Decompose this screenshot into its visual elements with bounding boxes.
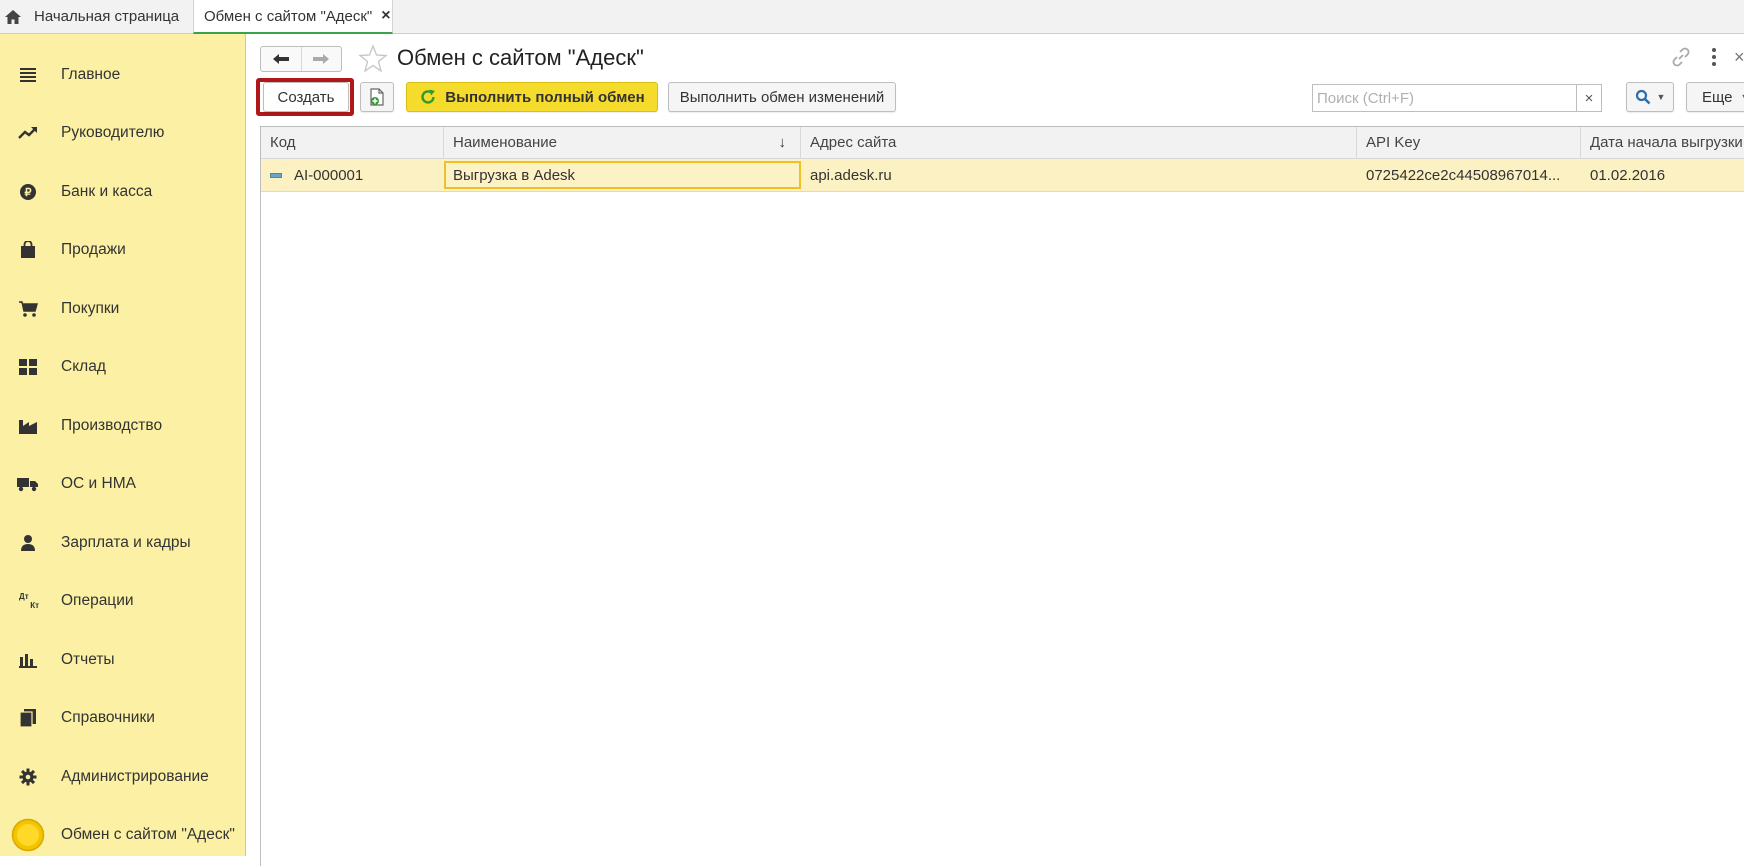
favorite-star-icon[interactable]: [358, 44, 388, 74]
column-header-code[interactable]: Код: [261, 127, 444, 158]
books-icon: [17, 707, 39, 729]
column-header-name[interactable]: Наименование ↓: [444, 127, 801, 158]
forward-button[interactable]: [300, 47, 342, 71]
sidebar-item-label: Руководителю: [61, 124, 165, 141]
bar-chart-icon: [17, 649, 39, 671]
main-content: Обмен с сайтом "Адеск" × Создать Выполни…: [246, 34, 1744, 866]
sidebar-item-label: Склад: [61, 358, 106, 375]
row-status-icon: [270, 172, 282, 178]
cell-api-key: 0725422ce2c44508967014...: [1366, 166, 1561, 184]
sidebar-item-label: Зарплата и кадры: [61, 534, 191, 551]
warehouse-icon: [17, 356, 39, 378]
sidebar-item-sales[interactable]: Продажи: [0, 227, 245, 273]
search-box: ×: [1312, 84, 1602, 112]
sidebar-item-main[interactable]: Главное: [0, 52, 245, 98]
search-clear-button[interactable]: ×: [1576, 85, 1601, 111]
search-icon: [1635, 89, 1650, 105]
cell-name[interactable]: Выгрузка в Adesk: [444, 161, 801, 189]
tab-exchange-label: Обмен с сайтом "Адеск": [204, 7, 373, 25]
window-actions: ×: [1670, 46, 1744, 68]
table-header: Код Наименование ↓ Адрес сайта API Key Д…: [261, 127, 1744, 159]
sidebar-item-reports[interactable]: Отчеты: [0, 637, 245, 683]
tab-exchange-adesk[interactable]: Обмен с сайтом "Адеск" ×: [193, 0, 393, 34]
ruble-coin-icon: ₽: [17, 181, 39, 203]
truck-icon: [17, 473, 39, 495]
dt-label: Дт: [19, 592, 29, 601]
factory-icon: [17, 415, 39, 437]
tab-home[interactable]: Начальная страница: [0, 0, 190, 33]
search-input[interactable]: [1313, 85, 1576, 111]
sidebar-item-label: Продажи: [61, 241, 126, 258]
more-label: Еще: [1702, 88, 1733, 106]
svg-text:₽: ₽: [25, 187, 32, 199]
sidebar-item-purchases[interactable]: Покупки: [0, 286, 245, 332]
sidebar-item-references[interactable]: Справочники: [0, 695, 245, 741]
tab-bar: Начальная страница Обмен с сайтом "Адеск…: [0, 0, 1744, 34]
gear-icon: [17, 766, 39, 788]
trend-up-icon: [17, 122, 39, 144]
back-button[interactable]: [261, 47, 301, 71]
dt-kt-icon: Дт Кт: [17, 590, 39, 612]
sidebar-item-label: ОС и НМА: [61, 475, 136, 492]
more-vertical-icon[interactable]: [1706, 46, 1722, 68]
kt-label: Кт: [30, 601, 39, 610]
sidebar-item-admin[interactable]: Администрирование: [0, 754, 245, 800]
search-button[interactable]: ▼: [1626, 82, 1674, 112]
column-header-api-key[interactable]: API Key: [1357, 127, 1581, 158]
refresh-icon: [421, 89, 436, 104]
cell-site: api.adesk.ru: [810, 166, 892, 184]
person-icon: [17, 532, 39, 554]
column-header-start-date[interactable]: Дата начала выгрузки: [1581, 127, 1744, 158]
sidebar-item-label: Справочники: [61, 709, 155, 726]
sidebar-item-label: Обмен с сайтом "Адеск": [61, 826, 235, 843]
sidebar-item-bank[interactable]: ₽ Банк и касса: [0, 169, 245, 215]
close-form-icon[interactable]: ×: [1734, 47, 1744, 68]
sidebar-item-salary[interactable]: Зарплата и кадры: [0, 520, 245, 566]
add-document-button[interactable]: [360, 82, 394, 112]
tab-home-label: Начальная страница: [34, 8, 180, 25]
column-header-site[interactable]: Адрес сайта: [801, 127, 1357, 158]
full-exchange-label: Выполнить полный обмен: [445, 88, 645, 106]
sidebar-item-label: Банк и касса: [61, 183, 153, 200]
sidebar: Главное Руководителю ₽ Банк и касса Прод…: [0, 34, 246, 856]
sidebar-item-assets[interactable]: ОС и НМА: [0, 461, 245, 507]
shopping-bag-icon: [17, 239, 39, 261]
document-add-icon: [370, 88, 384, 106]
menu-lines-icon: [17, 64, 39, 86]
sort-desc-icon: ↓: [778, 134, 787, 151]
sidebar-item-label: Операции: [61, 592, 134, 609]
arrow-right-icon: [313, 54, 330, 64]
link-icon[interactable]: [1670, 46, 1692, 68]
sidebar-item-label: Администрирование: [61, 768, 209, 785]
cell-start-date: 01.02.2016: [1590, 166, 1666, 184]
chevron-down-icon: ▼: [1656, 92, 1666, 102]
cell-code: AI-000001: [261, 159, 444, 191]
history-nav: [260, 46, 342, 72]
exchange-table: Код Наименование ↓ Адрес сайта API Key Д…: [260, 126, 1744, 866]
sidebar-item-adesk-exchange[interactable]: Обмен с сайтом "Адеск": [0, 812, 245, 858]
sidebar-item-label: Главное: [61, 66, 121, 83]
full-exchange-button[interactable]: Выполнить полный обмен: [406, 82, 658, 112]
sidebar-item-warehouse[interactable]: Склад: [0, 344, 245, 390]
sidebar-item-operations[interactable]: Дт Кт Операции: [0, 578, 245, 624]
home-icon: [5, 9, 21, 24]
table-row[interactable]: AI-000001 Выгрузка в Adesk api.adesk.ru …: [261, 159, 1744, 192]
chevron-down-icon: ▼: [1741, 92, 1744, 102]
cell-code-value: AI-000001: [294, 166, 364, 184]
sidebar-item-label: Производство: [61, 417, 163, 434]
cart-icon: [17, 298, 39, 320]
sidebar-item-label: Отчеты: [61, 651, 115, 668]
create-button[interactable]: Создать: [263, 82, 349, 112]
column-header-label: Наименование: [453, 134, 557, 151]
sidebar-item-manager[interactable]: Руководителю: [0, 110, 245, 156]
tab-close-icon[interactable]: ×: [381, 7, 390, 25]
more-button[interactable]: Еще ▼: [1686, 82, 1744, 112]
sidebar-item-production[interactable]: Производство: [0, 403, 245, 449]
changes-exchange-button[interactable]: Выполнить обмен изменений: [668, 82, 896, 112]
arrow-left-icon: [272, 54, 289, 64]
yellow-circle-icon: [11, 818, 45, 852]
page-title: Обмен с сайтом "Адеск": [397, 45, 644, 70]
sidebar-item-label: Покупки: [61, 300, 120, 317]
